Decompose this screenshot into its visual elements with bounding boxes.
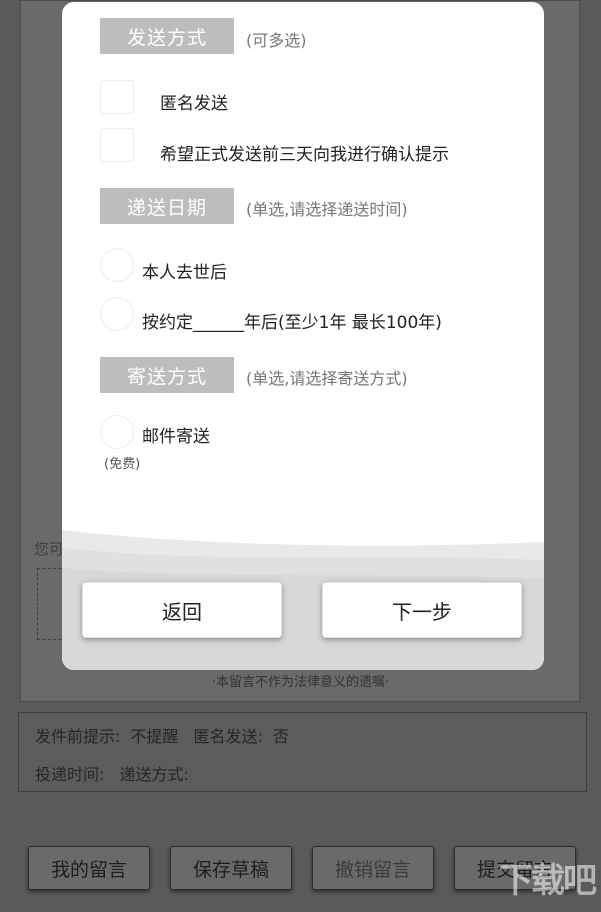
agreed-years-label[interactable]: 按约定______年后(至少1年 最长100年) [142, 308, 442, 333]
confirm-reminder-label: 希望正式发送前三天向我进行确认提示 [160, 145, 449, 165]
after-death-radio[interactable] [100, 248, 134, 282]
pre-send-reminder-label: 发件前提示: [35, 727, 121, 746]
send-method-section-tag: 发送方式 [100, 18, 234, 54]
confirm-reminder-checkbox[interactable] [100, 128, 134, 162]
delivery-time-label: 投递时间: [35, 765, 105, 784]
site-watermark-logo: 下载吧 [499, 861, 597, 901]
background-prompt-text: 您可 [34, 540, 65, 558]
my-messages-button[interactable]: 我的留言 [28, 846, 150, 890]
anonymous-send-label: 匿名发送 [160, 94, 228, 114]
revoke-message-button[interactable]: 撤销留言 [312, 846, 434, 890]
email-delivery-radio[interactable] [100, 415, 134, 449]
after-death-label: 本人去世后 [142, 263, 227, 283]
summary-row-delivery: 投递时间: 递送方式: [35, 761, 199, 785]
send-method-hint: (可多选) [246, 31, 307, 50]
delivery-date-hint: (单选,请选择递送时间) [246, 200, 408, 219]
agreed-years-radio[interactable] [100, 297, 134, 331]
pre-send-reminder-value: 不提醒 [130, 727, 179, 746]
free-note: (免费) [104, 457, 141, 472]
email-delivery-label: 邮件寄送 [142, 427, 210, 447]
mail-method-hint: (单选,请选择寄送方式) [246, 369, 408, 388]
summary-row-reminder: 发件前提示: 不提醒 匿名发送: 否 [35, 723, 299, 747]
delivery-date-section-tag: 递送日期 [100, 188, 234, 224]
save-draft-button[interactable]: 保存草稿 [170, 846, 292, 890]
legal-disclaimer: ·本留言不作为法律意义的遗嘱· [211, 675, 390, 690]
delivery-method-label: 递送方式: [119, 765, 189, 784]
message-settings-summary: 发件前提示: 不提醒 匿名发送: 否 投递时间: 递送方式: [18, 712, 587, 792]
back-button[interactable]: 返回 [82, 582, 282, 638]
anonymous-value: 否 [272, 727, 289, 746]
send-settings-dialog: 发送方式 (可多选) 匿名发送 希望正式发送前三天向我进行确认提示 递送日期 (… [62, 2, 544, 670]
anonymous-send-checkbox[interactable] [100, 80, 134, 114]
anonymous-label: 匿名发送: [193, 727, 263, 746]
next-step-button[interactable]: 下一步 [322, 582, 522, 638]
mail-method-section-tag: 寄送方式 [100, 357, 234, 393]
